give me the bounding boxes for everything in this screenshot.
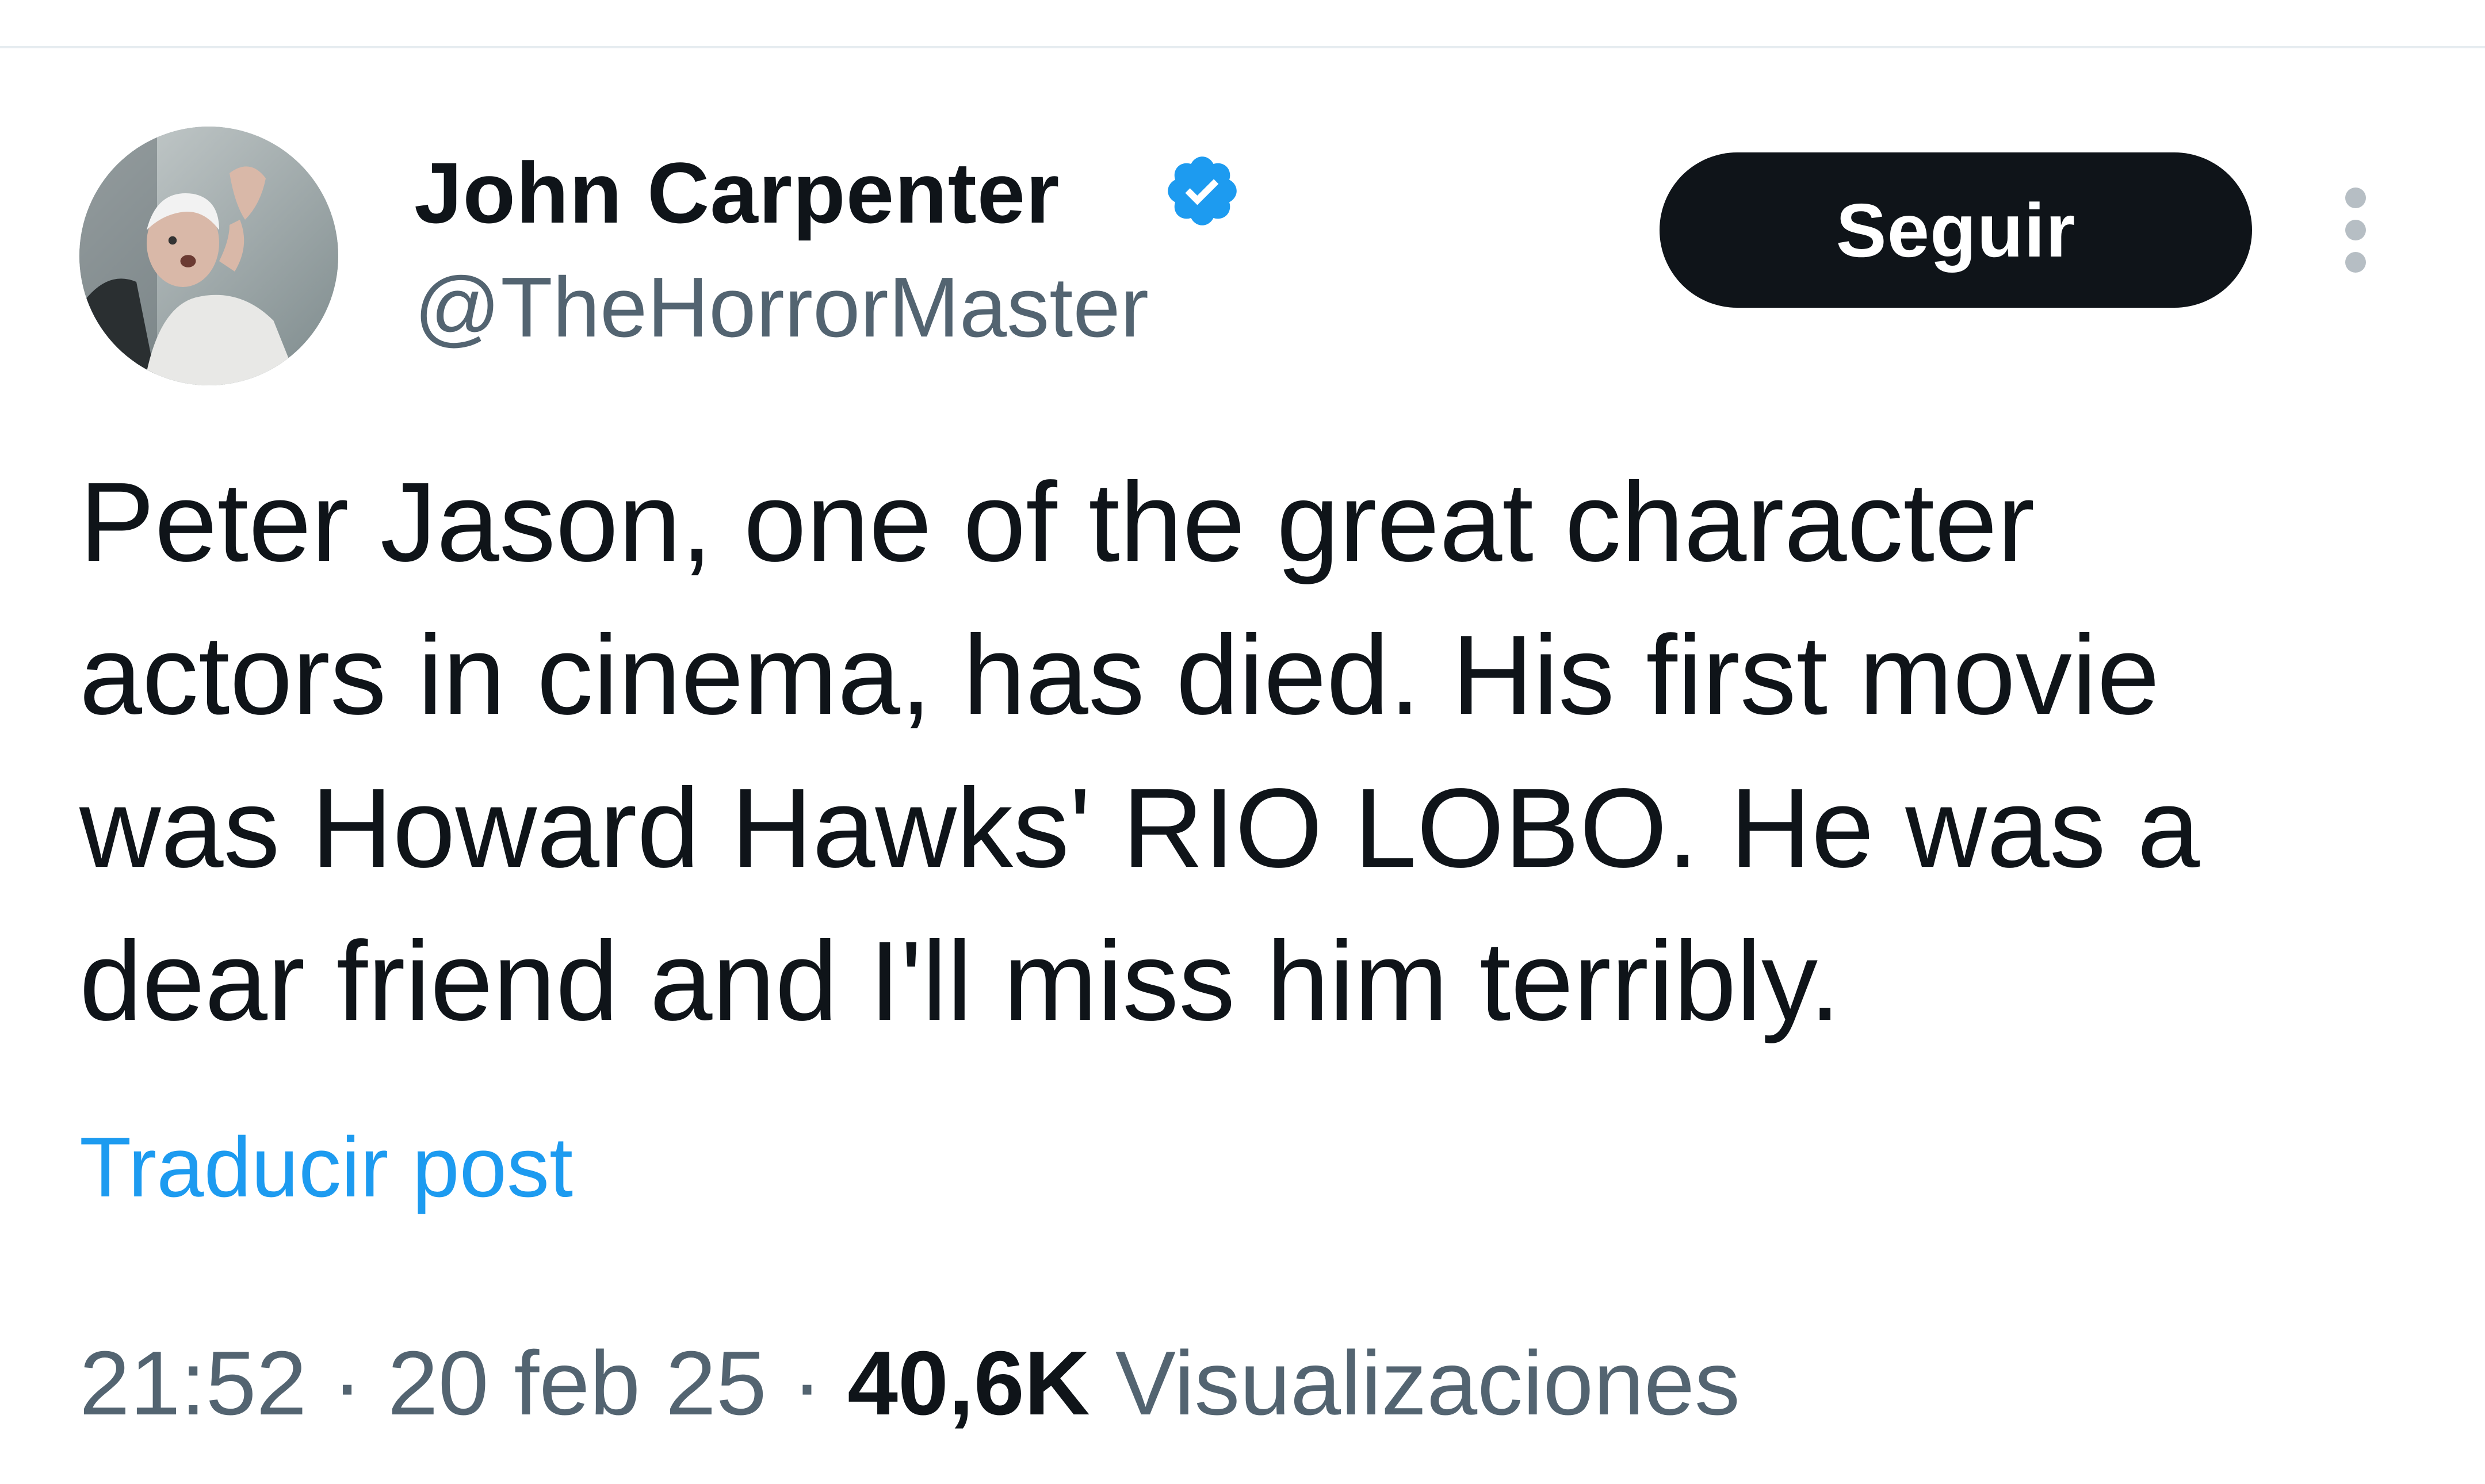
follow-button[interactable]: Seguir — [1660, 152, 2252, 308]
more-vertical-icon[interactable] — [2333, 184, 2379, 276]
views-label[interactable]: Visualizaciones — [1115, 1333, 1740, 1434]
meta-separator: · — [332, 1333, 362, 1434]
views-count[interactable]: 40,6K — [847, 1333, 1090, 1434]
tweet-text-line: dear friend and I'll miss him terribly. — [79, 918, 1841, 1044]
tweet-text: Peter Jason, one of the great character … — [79, 446, 2409, 1058]
tweet-text-line: Peter Jason, one of the great character — [79, 459, 2035, 585]
author-handle[interactable]: @TheHorrorMaster — [414, 253, 1149, 362]
avatar[interactable] — [79, 127, 338, 385]
translate-post-link[interactable]: Traducir post — [79, 1113, 573, 1222]
author-name[interactable]: John Carpenter — [414, 138, 1060, 247]
avatar-photo — [79, 127, 338, 385]
tweet-text-line: was Howard Hawks' RIO LOBO. He was a — [79, 765, 2200, 891]
tweet-meta: 21:52 · 20 feb 25 · 40,6K Visualizacione… — [79, 1326, 1740, 1441]
tweet-text-line: actors in cinema, has died. His first mo… — [79, 612, 2160, 738]
top-divider — [0, 46, 2485, 48]
post-date[interactable]: 20 feb 25 — [388, 1333, 767, 1434]
meta-separator: · — [792, 1333, 823, 1434]
post-time[interactable]: 21:52 — [79, 1333, 307, 1434]
verified-badge-icon — [1168, 156, 1237, 225]
